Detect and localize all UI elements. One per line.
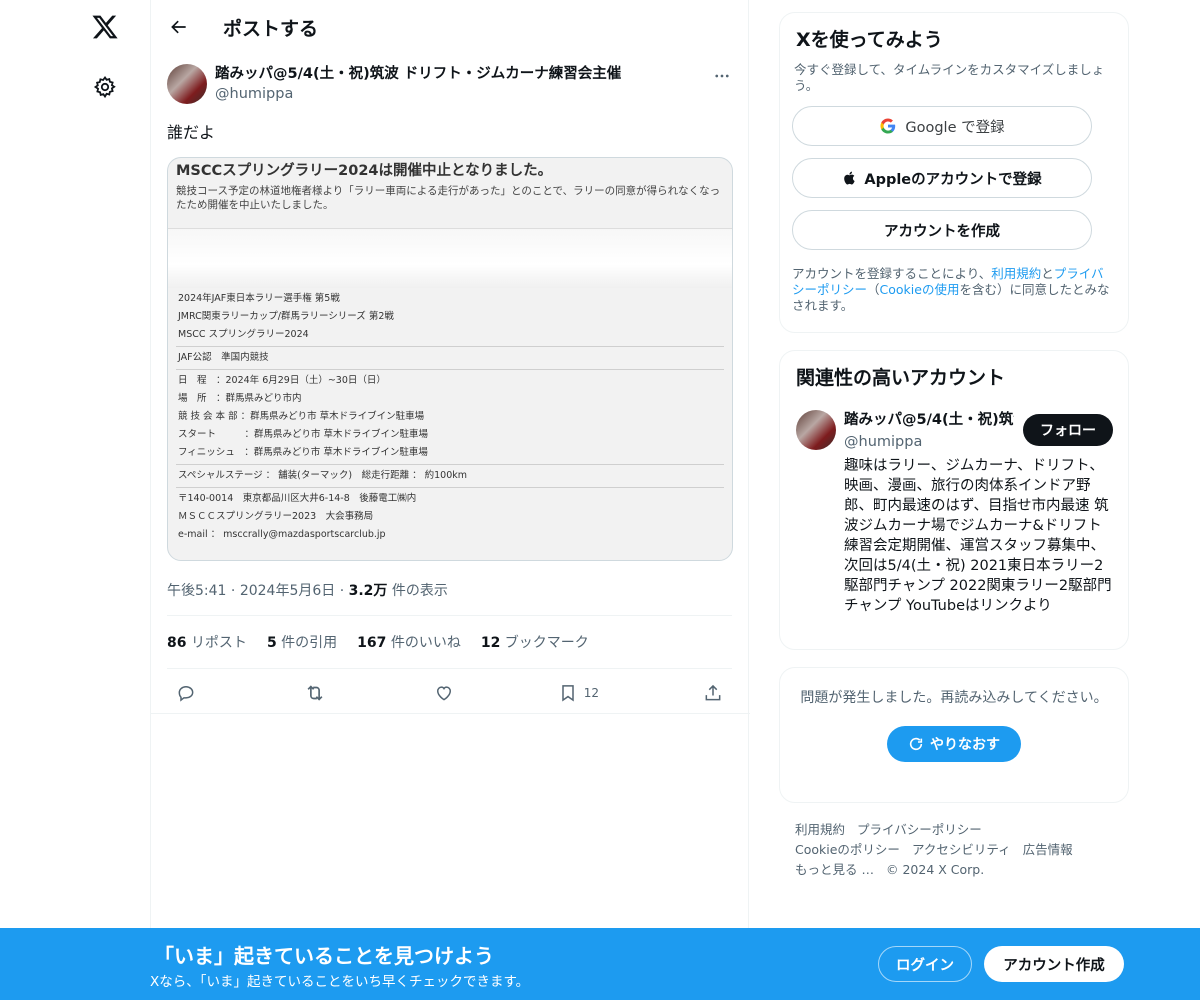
signup-terms: アカウントを登録することにより、利用規約とプライバシーポリシー（Cookieの使… <box>792 266 1110 313</box>
footer-links: 利用規約 プライバシーポリシー Cookieのポリシー アクセシビリティ 広告情報 も… <box>795 820 1115 880</box>
signup-title: Xを使ってみよう <box>796 29 943 51</box>
footer-link-ads[interactable]: 広告情報 <box>1023 842 1073 857</box>
divider <box>151 713 750 714</box>
share-icon[interactable] <box>698 678 728 708</box>
related-account[interactable]: 踏みッパ@5/4(土・祝)筑波 @humippa 趣味はラリー、ジムカーナ、ドリ… <box>780 410 1128 616</box>
post-text: 誰だよ <box>167 123 216 142</box>
doc-line: フィニッシュ ：群馬県みどり市 草木ドライブイン駐車場 <box>178 447 428 458</box>
related-account-bio: 趣味はラリー、ジムカーナ、ドリフト、映画、漫画、旅行の肉体系インドア野郎、町内最… <box>844 458 1112 614</box>
bookmark-action[interactable]: 12 <box>558 678 599 708</box>
cookie-link[interactable]: Cookieの使用 <box>880 282 960 297</box>
apple-signup-label: Appleのアカウントで登録 <box>864 171 1042 188</box>
like-icon[interactable] <box>429 678 459 708</box>
bookmarks-stat[interactable]: 12 ブックマーク <box>481 632 589 652</box>
bookmark-icon <box>562 685 574 702</box>
post: 踏みッパ@5/4(土・祝)筑波 ドリフト・ジムカーナ練習会主催 @humippa… <box>151 64 748 717</box>
left-nav <box>0 0 150 1000</box>
main-column: ポストする 踏みッパ@5/4(土・祝)筑波 ドリフト・ジムカーナ練習会主催 @h… <box>150 0 750 930</box>
related-title: 関連性の高いアカウント <box>796 367 1006 389</box>
login-button[interactable]: ログイン <box>878 946 972 982</box>
doc-divider <box>176 487 724 488</box>
post-author: 踏みッパ@5/4(土・祝)筑波 ドリフト・ジムカーナ練習会主催 @humippa <box>167 64 732 104</box>
doc-line: 〒140-0014 東京都品川区大井6-14-8 後藤電工㈱内 <box>178 493 417 504</box>
signup-card: Xを使ってみよう 今すぐ登録して、タイムラインをカスタマイズしましょう。 Goo… <box>779 12 1129 333</box>
post-meta: 午後5:41 · 2024年5月6日 · 3.2万 件の表示 <box>167 583 448 599</box>
doc-line: e-mail ： msccrally@mazdasportscarclub.jp <box>178 529 386 540</box>
post-stats: 86 リポスト 5 件の引用 167 件のいいね 12 ブックマーク <box>167 615 732 669</box>
doc-line: 競 技 会 本 部 ：群馬県みどり市 草木ドライブイン駐車場 <box>178 411 425 422</box>
doc-line: JMRC関東ラリーカップ/群馬ラリーシリーズ 第2戦 <box>178 311 394 322</box>
repost-icon[interactable] <box>300 678 330 708</box>
post-actions: 12 <box>167 669 732 717</box>
image-notice-title: MSCCスプリングラリー2024は開催中止となりました。 <box>176 163 553 179</box>
page-header: ポストする <box>151 0 748 54</box>
error-card: 問題が発生しました。再読み込みしてください。 やりなおす <box>779 667 1129 803</box>
post-image[interactable]: MSCCスプリングラリー2024は開催中止となりました。 競技コース予定の林道地… <box>167 157 733 561</box>
apple-signup-button[interactable]: Appleのアカウントで登録 <box>792 158 1092 198</box>
image-notice-body: 競技コース予定の林道地権者様より「ラリー車両による走行があった」とのことで、ラリ… <box>176 185 721 211</box>
google-signup-label: Google で登録 <box>905 119 1005 136</box>
create-account-label: アカウントを作成 <box>884 223 1000 240</box>
related-account-name[interactable]: 踏みッパ@5/4(土・祝)筑波 <box>844 410 1014 430</box>
reposts-stat[interactable]: 86 リポスト <box>167 632 247 652</box>
error-message: 問題が発生しました。再読み込みしてください。 <box>800 690 1108 706</box>
footer-link-more[interactable]: もっと見る … <box>795 862 874 877</box>
more-icon[interactable] <box>712 66 732 86</box>
retry-button[interactable]: やりなおす <box>887 726 1021 762</box>
create-account-button[interactable]: アカウントを作成 <box>792 210 1092 250</box>
refresh-icon <box>909 737 923 751</box>
google-icon <box>880 118 896 134</box>
footer-copyright: © 2024 X Corp. <box>885 862 985 877</box>
views-count: 3.2万 <box>348 583 388 599</box>
bookmark-action-count: 12 <box>583 686 600 700</box>
banner-title: 「いま」起きていることを見つけよう <box>154 944 494 968</box>
quotes-stat[interactable]: 5 件の引用 <box>267 632 337 652</box>
footer-link-accessibility[interactable]: アクセシビリティ <box>912 842 1011 857</box>
banner-subtitle: Xなら、「いま」起きていることをいち早くチェックできます。 <box>150 974 530 990</box>
reply-icon[interactable] <box>171 678 201 708</box>
avatar[interactable] <box>167 64 207 104</box>
terms-link[interactable]: 利用規約 <box>991 266 1041 281</box>
doc-line: JAF公認 準国内競技 <box>178 352 269 363</box>
doc-divider <box>176 464 724 465</box>
retry-label: やりなおす <box>930 737 1000 753</box>
post-time[interactable]: 午後5:41 <box>167 583 226 599</box>
x-logo-icon[interactable] <box>88 10 122 44</box>
image-document: 2024年JAF東日本ラリー選手権 第5戦 JMRC関東ラリーカップ/群馬ラリー… <box>176 290 724 544</box>
banner-create-account-button[interactable]: アカウント作成 <box>984 946 1124 982</box>
avatar[interactable] <box>796 410 836 450</box>
doc-line: 場 所 ：群馬県みどり市内 <box>178 393 302 404</box>
google-signup-button[interactable]: Google で登録 <box>792 106 1092 146</box>
doc-line: MSCC スプリングラリー2024 <box>178 329 309 340</box>
signup-subtitle: 今すぐ登録して、タイムラインをカスタマイズしましょう。 <box>794 62 1105 93</box>
doc-divider <box>176 346 724 347</box>
page-title: ポストする <box>223 17 319 40</box>
doc-divider <box>176 369 724 370</box>
doc-line: スタート ：群馬県みどり市 草木ドライブイン駐車場 <box>178 429 429 440</box>
login-banner: 「いま」起きていることを見つけよう Xなら、「いま」起きていることをいち早くチェ… <box>0 928 1200 1000</box>
author-handle[interactable]: @humippa <box>215 84 621 104</box>
apple-icon <box>844 171 855 185</box>
likes-stat[interactable]: 167 件のいいね <box>357 632 461 652</box>
doc-line: 2024年JAF東日本ラリー選手権 第5戦 <box>178 293 340 304</box>
footer-link-cookie[interactable]: Cookieのポリシー <box>795 842 900 857</box>
related-accounts-card: 関連性の高いアカウント 踏みッパ@5/4(土・祝)筑波 @humippa 趣味は… <box>779 350 1129 650</box>
doc-line: スペシャルステージ ： 舗装(ターマック) 総走行距離 ： 約100km <box>178 470 468 481</box>
back-arrow-icon[interactable] <box>165 13 193 41</box>
gear-icon[interactable] <box>90 72 120 102</box>
doc-line: ＭＳＣＣスプリングラリー2023 大会事務局 <box>178 511 374 522</box>
follow-button[interactable]: フォロー <box>1023 414 1113 446</box>
author-name[interactable]: 踏みッパ@5/4(土・祝)筑波 ドリフト・ジムカーナ練習会主催 <box>215 64 621 84</box>
footer-link-terms[interactable]: 利用規約 <box>795 822 845 837</box>
image-divider-band <box>168 228 732 288</box>
footer-link-privacy[interactable]: プライバシーポリシー <box>857 822 982 837</box>
post-date[interactable]: 2024年5月6日 <box>240 583 335 599</box>
doc-line: 日 程 ：2024年 6月29日（土）~30日（日） <box>178 375 386 386</box>
views-label: 件の表示 <box>391 583 448 599</box>
